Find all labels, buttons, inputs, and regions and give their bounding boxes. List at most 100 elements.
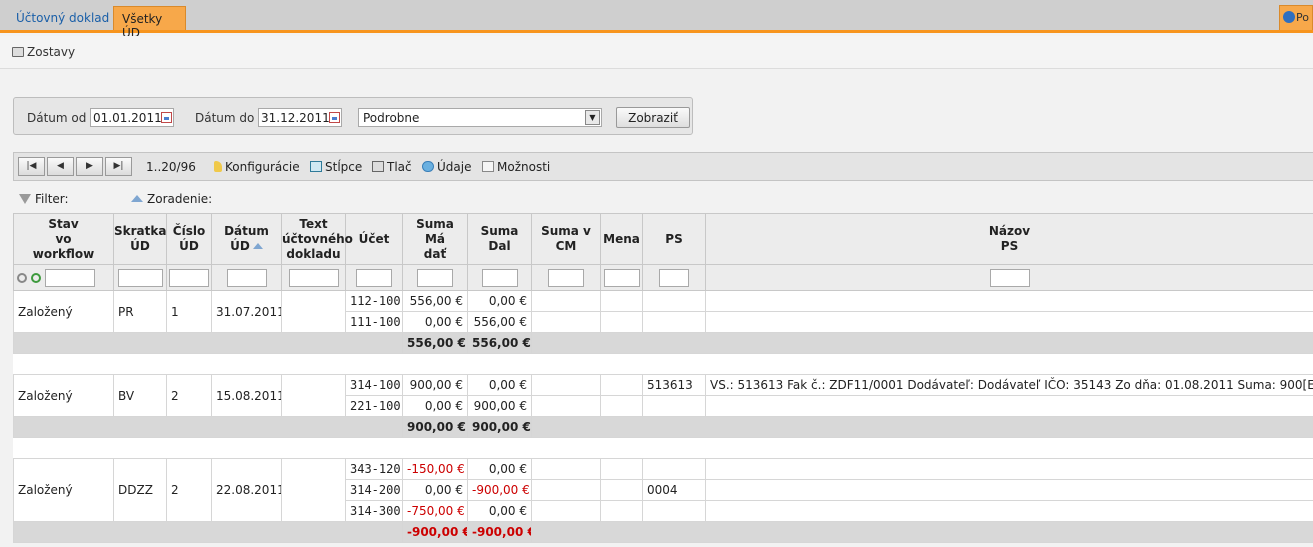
col-suma-ma[interactable]: Suma Má dať: [402, 213, 468, 265]
filter-button[interactable]: Filter:: [19, 192, 69, 206]
filter-input-suma-dal[interactable]: [481, 268, 518, 287]
filter-input-cislo[interactable]: [169, 268, 209, 287]
konfiguracie-label: Konfigurácie: [225, 160, 300, 174]
cell-ps: [642, 500, 706, 522]
cell-nazov: [705, 395, 1313, 417]
zostavy-button[interactable]: Zostavy: [12, 45, 75, 59]
col-mena[interactable]: Mena: [600, 213, 643, 265]
table-row[interactable]: Založený PR 1 31.07.2011 112-100 556,00 …: [13, 290, 1313, 333]
date-from-value: 01.01.2011: [93, 111, 162, 125]
cell-suma-ma: -750,00 €: [402, 500, 468, 522]
cell-suma-ma: 900,00 €: [402, 374, 468, 396]
first-page-button[interactable]: |◀: [18, 157, 45, 176]
cell-suma-cm: [531, 458, 601, 480]
cell-ps: 513613: [642, 374, 706, 396]
tab-vsetky-ud[interactable]: Všetky ÚD: [113, 6, 186, 40]
table-row[interactable]: Založený BV 2 15.08.2011 314-100 900,00 …: [13, 374, 1313, 417]
col-stav[interactable]: Stav vo workflow: [13, 213, 114, 265]
cell-suma-cm: [531, 311, 601, 333]
page-range: 1..20/96: [146, 160, 196, 174]
chevron-down-icon[interactable]: ▼: [585, 110, 600, 125]
date-to-value: 31.12.2011: [261, 111, 330, 125]
moznosti-button[interactable]: Možnosti: [482, 160, 550, 174]
cell-suma-ma: 556,00 €: [402, 290, 468, 312]
filter-input-skratka[interactable]: [117, 268, 163, 287]
cell-ucet: 314-100: [345, 374, 403, 396]
col-datum[interactable]: Dátum ÚD: [211, 213, 282, 265]
documents-table: Stav vo workflow Skratka ÚD Číslo ÚD Dátum ÚD…: [13, 213, 1313, 543]
stlpce-button[interactable]: Stĺpce: [310, 160, 362, 174]
moznosti-label: Možnosti: [497, 160, 551, 174]
show-button[interactable]: Zobraziť: [616, 107, 690, 128]
cell-suma-dal: -900,00 €: [467, 479, 532, 501]
filter-input-datum[interactable]: [226, 268, 267, 287]
stlpce-label: Stĺpce: [325, 160, 363, 174]
col-cislo[interactable]: Číslo ÚD: [166, 213, 212, 265]
col-ucet[interactable]: Účet: [345, 213, 403, 265]
filter-input-stav[interactable]: [44, 268, 95, 287]
cell-suma-cm: [531, 500, 601, 522]
tab-help-label: Po: [1296, 11, 1309, 24]
tab-uctovny-doklad[interactable]: Účtovný doklad: [6, 6, 119, 30]
mode-select[interactable]: Podrobne ▼: [358, 108, 602, 127]
udaje-label: Údaje: [437, 160, 472, 174]
cell-suma-dal: 0,00 €: [467, 374, 532, 396]
cell-ucet: 112-100: [345, 290, 403, 312]
cell-datum: 22.08.2011: [211, 458, 282, 522]
sum-suma-ma: 556,00 €: [402, 332, 468, 354]
tlac-button[interactable]: Tlač: [372, 160, 412, 174]
sort-button[interactable]: Zoradenie:: [131, 192, 212, 206]
clear-search-icon[interactable]: [30, 272, 41, 283]
date-from-input[interactable]: 01.01.2011: [90, 108, 174, 127]
filter-input-nazov[interactable]: [989, 268, 1030, 287]
table-row[interactable]: Založený DDZZ 2 22.08.2011 343-120 -150,…: [13, 458, 1313, 522]
col-ps[interactable]: PS: [642, 213, 706, 265]
cell-text: [281, 458, 346, 522]
cell-stav: Založený: [13, 374, 114, 417]
cell-ps: [642, 395, 706, 417]
prev-page-button[interactable]: ◀: [47, 157, 74, 176]
col-skratka[interactable]: Skratka ÚD: [113, 213, 167, 265]
tab-help[interactable]: Po: [1279, 5, 1313, 30]
cell-suma-ma: -150,00 €: [402, 458, 468, 480]
col-text[interactable]: Text účtovného dokladu: [281, 213, 353, 265]
filter-input-ucet[interactable]: [356, 268, 392, 287]
zostavy-label: Zostavy: [27, 45, 76, 59]
filter-input-ps[interactable]: [659, 268, 689, 287]
cell-suma-cm: [531, 395, 601, 417]
cell-nazov: [705, 479, 1313, 501]
cell-cislo: 1: [166, 290, 212, 333]
mode-select-value: Podrobne: [363, 111, 420, 125]
col-suma-dal[interactable]: Suma Dal: [467, 213, 532, 265]
cell-suma-dal: 900,00 €: [467, 395, 532, 417]
next-page-button[interactable]: ▶: [76, 157, 103, 176]
cell-skratka: PR: [113, 290, 167, 333]
filter-label: Filter:: [35, 192, 69, 206]
group-separator: [13, 437, 1313, 459]
cell-ucet: 314-200: [345, 479, 403, 501]
cell-mena: [600, 479, 643, 501]
col-nazov[interactable]: Názov PS: [705, 213, 1313, 265]
filter-input-suma-cm[interactable]: [548, 268, 584, 287]
funnel-icon: [19, 194, 31, 204]
tab-bar: Účtovný doklad Všetky ÚD Po: [0, 0, 1313, 40]
udaje-button[interactable]: Údaje: [422, 160, 471, 174]
sum-row: 900,00 € 900,00 €: [13, 416, 1313, 438]
cell-nazov: VS.: 513613 Fak č.: ZDF11/0001 Dodávateľ…: [705, 374, 1313, 396]
cell-ucet: 111-100: [345, 311, 403, 333]
filter-input-mena[interactable]: [603, 268, 640, 287]
cell-suma-cm: [531, 290, 601, 312]
cell-ps: [642, 290, 706, 312]
filter-input-suma-ma[interactable]: [417, 268, 453, 287]
col-suma-cm[interactable]: Suma v CM: [531, 213, 601, 265]
date-to-input[interactable]: 31.12.2011: [258, 108, 342, 127]
calendar-icon[interactable]: [161, 112, 172, 123]
search-icon[interactable]: [17, 272, 27, 283]
calendar-icon[interactable]: [329, 112, 340, 123]
info-icon: [1283, 11, 1295, 23]
cell-suma-dal: 0,00 €: [467, 290, 532, 312]
last-page-button[interactable]: ▶|: [105, 157, 132, 176]
filter-input-text[interactable]: [288, 268, 339, 287]
sum-suma-ma: -900,00 €: [402, 521, 468, 543]
konfiguracie-button[interactable]: Konfigurácie: [214, 160, 300, 174]
